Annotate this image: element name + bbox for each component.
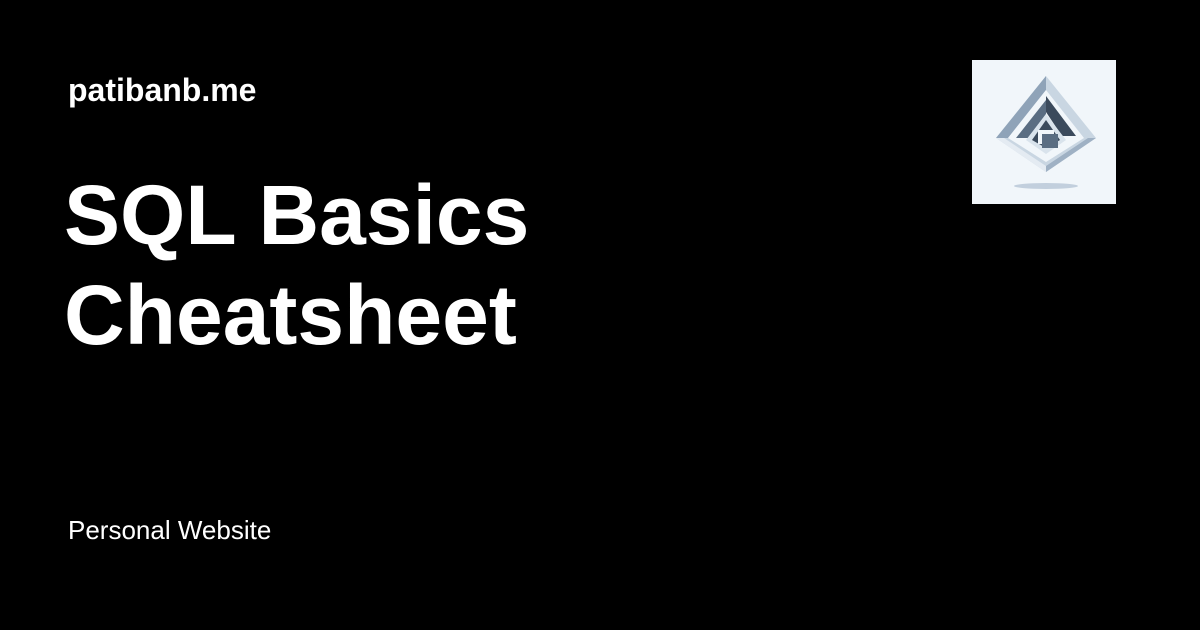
geometric-diamond-logo-icon: [972, 60, 1116, 204]
site-description: Personal Website: [68, 515, 272, 545]
page-title: SQL Basics Cheatsheet: [64, 165, 884, 365]
title-line-1: SQL Basics: [64, 168, 530, 262]
og-card: patibanb.me SQL Basics Cheatsheet Person…: [0, 0, 1200, 630]
site-name[interactable]: patibanb.me: [68, 70, 256, 110]
title-line-2: Cheatsheet: [64, 268, 517, 362]
